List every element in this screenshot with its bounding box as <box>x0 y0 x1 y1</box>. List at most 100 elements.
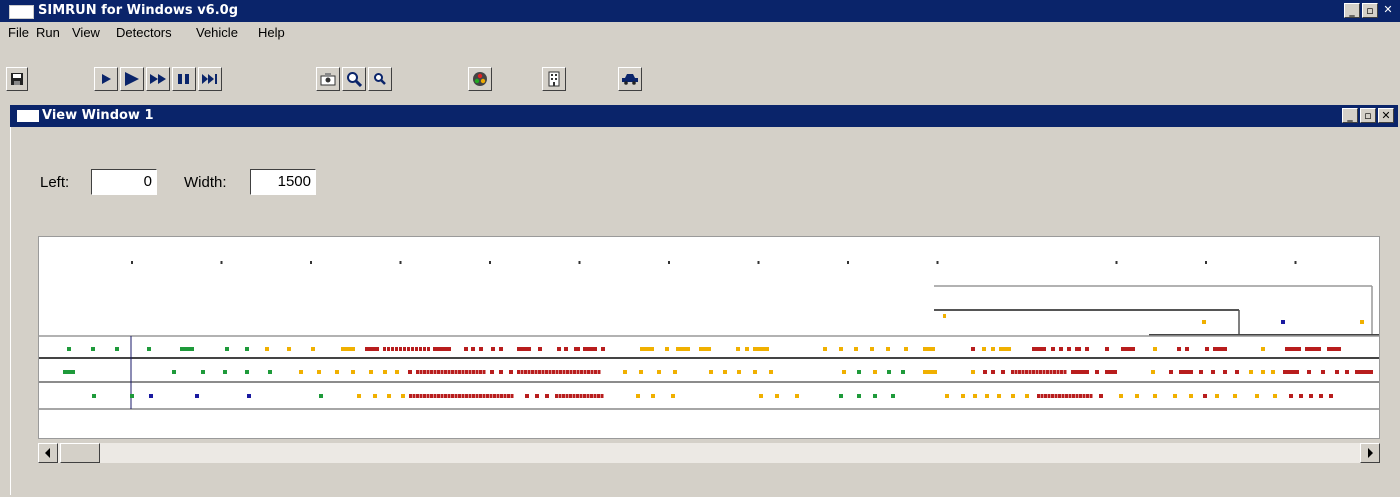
view-maximize-button[interactable]: ▫ <box>1360 108 1376 123</box>
vehicle <box>1151 370 1155 374</box>
vehicle <box>583 347 597 351</box>
vehicle <box>1255 394 1259 398</box>
vehicle <box>475 394 479 398</box>
vehicle <box>430 370 433 374</box>
zoom-in-icon[interactable] <box>342 67 366 91</box>
play-fast-icon[interactable] <box>120 67 144 91</box>
vehicle <box>590 370 594 374</box>
app-title-bar: SIMRUN for Windows v6.0g _ ▫ ✕ <box>0 0 1400 22</box>
vehicle <box>395 370 399 374</box>
vehicle <box>1211 370 1215 374</box>
vehicle <box>569 394 572 398</box>
vehicle <box>1018 370 1021 374</box>
vehicle <box>1071 370 1089 374</box>
step-forward-icon[interactable] <box>198 67 222 91</box>
app-minimize-button[interactable]: _ <box>1344 3 1360 18</box>
vehicle <box>395 347 398 351</box>
vehicle <box>149 394 153 398</box>
view-close-button[interactable]: ✕ <box>1378 108 1394 123</box>
app-restore-button[interactable]: ▫ <box>1362 3 1378 18</box>
vehicle <box>490 370 494 374</box>
vehicle <box>245 370 249 374</box>
vehicle <box>461 370 465 374</box>
vehicle <box>538 347 542 351</box>
vehicle <box>433 394 437 398</box>
vehicle <box>1067 347 1071 351</box>
view-minimize-button[interactable]: _ <box>1342 108 1358 123</box>
menu-detectors[interactable]: Detectors <box>116 25 172 40</box>
vehicle <box>447 394 451 398</box>
distance-tick <box>399 261 402 264</box>
distance-tick <box>847 261 849 264</box>
pause-icon[interactable] <box>172 67 196 91</box>
horizontal-scrollbar[interactable] <box>38 443 1380 463</box>
vehicle <box>1283 370 1299 374</box>
vehicle-icon[interactable] <box>618 67 642 91</box>
vehicle <box>510 394 514 398</box>
scroll-thumb[interactable] <box>60 443 100 463</box>
play-icon[interactable] <box>94 67 118 91</box>
vehicle <box>600 394 604 398</box>
vehicle <box>465 394 468 398</box>
vehicle <box>1075 347 1081 351</box>
vehicle <box>541 370 545 374</box>
menu-vehicle[interactable]: Vehicle <box>196 25 238 40</box>
toolbar <box>0 63 1400 95</box>
vehicle <box>1121 347 1135 351</box>
vehicle <box>268 370 272 374</box>
vehicle <box>1059 347 1063 351</box>
vehicle <box>426 370 430 374</box>
vehicle <box>623 370 627 374</box>
vehicle <box>873 394 877 398</box>
vehicle <box>440 370 444 374</box>
building-icon[interactable] <box>542 67 566 91</box>
width-input[interactable]: 1500 <box>250 169 316 195</box>
camera-icon[interactable] <box>316 67 340 91</box>
vehicle <box>839 394 843 398</box>
vehicle <box>1249 370 1253 374</box>
vehicle <box>1001 370 1005 374</box>
vehicle <box>594 370 597 374</box>
vehicle <box>1119 394 1123 398</box>
vehicle <box>1089 394 1093 398</box>
simulation-canvas[interactable] <box>38 236 1380 439</box>
vehicle <box>419 370 423 374</box>
vehicle <box>225 347 229 351</box>
color-palette-icon[interactable] <box>468 67 492 91</box>
vehicle <box>407 347 410 351</box>
fast-forward-icon[interactable] <box>146 67 170 91</box>
vehicle <box>403 347 406 351</box>
vehicle <box>373 394 377 398</box>
vehicle <box>586 394 590 398</box>
vehicle <box>427 347 430 351</box>
app-close-button[interactable]: ✕ <box>1380 3 1396 18</box>
menu-file[interactable]: File <box>8 25 29 40</box>
vehicle <box>775 394 779 398</box>
vehicle <box>1213 347 1227 351</box>
vehicle <box>1025 394 1029 398</box>
vehicle <box>983 370 987 374</box>
vehicle <box>499 347 503 351</box>
vehicle <box>583 370 587 374</box>
vehicle <box>1044 394 1047 398</box>
vehicle <box>823 347 827 351</box>
menu-run[interactable]: Run <box>36 25 60 40</box>
vehicle <box>525 394 529 398</box>
vehicle <box>493 394 496 398</box>
vehicle <box>67 347 71 351</box>
vehicle <box>172 370 176 374</box>
save-icon[interactable] <box>6 67 28 91</box>
vehicle <box>971 370 975 374</box>
vehicle <box>665 347 669 351</box>
vehicle <box>433 370 437 374</box>
scroll-left-button[interactable] <box>38 443 58 463</box>
menu-help[interactable]: Help <box>258 25 285 40</box>
menu-view[interactable]: View <box>72 25 100 40</box>
vehicle <box>509 370 513 374</box>
zoom-out-icon[interactable] <box>368 67 392 91</box>
vehicle <box>709 370 713 374</box>
left-input[interactable]: 0 <box>91 169 157 195</box>
distance-tick <box>757 261 760 264</box>
scroll-right-button[interactable] <box>1360 443 1380 463</box>
vehicle <box>357 394 361 398</box>
